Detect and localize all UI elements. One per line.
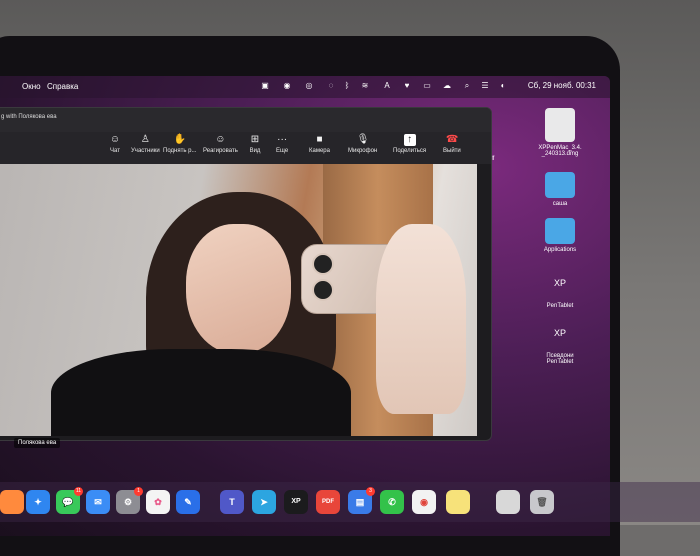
xppen-alias-icon: XP bbox=[553, 328, 566, 338]
desktop-item-folder[interactable]: саша bbox=[525, 172, 595, 207]
messages-badge: 11 bbox=[74, 487, 83, 496]
settings-badge: 1 bbox=[134, 487, 143, 496]
phone-lens bbox=[312, 279, 334, 301]
dock-messages-icon[interactable]: 💬 11 bbox=[56, 487, 83, 514]
dock-notes-icon[interactable] bbox=[446, 490, 470, 514]
dock-safari-icon[interactable]: ✦ bbox=[26, 490, 50, 514]
teams-menubar-icon[interactable]: ◉ bbox=[282, 81, 292, 91]
dock-pdf-icon[interactable]: PDF bbox=[316, 490, 340, 514]
zoom-titlebar[interactable]: g with Полякова ева bbox=[0, 108, 491, 132]
dock-photos-icon[interactable]: ✿ bbox=[146, 490, 170, 514]
dock-downloads-icon[interactable] bbox=[496, 490, 520, 514]
view-button[interactable]: ⊞ Вид bbox=[249, 134, 261, 154]
dock-launchpad-icon[interactable] bbox=[0, 490, 24, 514]
raise-hand-icon: ✋ bbox=[173, 134, 187, 145]
chat-button[interactable]: ☺ Чат bbox=[109, 134, 121, 154]
desktop-item-applications[interactable]: Applications bbox=[525, 218, 595, 253]
chat-icon: ☺ bbox=[109, 134, 121, 145]
desktop-item-pentablet-alias[interactable]: XP Псевдони PenTablet bbox=[525, 316, 595, 365]
desktop-item-pentablet[interactable]: XP PenTablet bbox=[525, 266, 595, 309]
dock-settings-icon[interactable]: ⚙ 1 bbox=[116, 487, 143, 514]
files-badge: 3 bbox=[366, 487, 375, 496]
participant-name-label: Полякова ева bbox=[14, 438, 61, 448]
menu-window[interactable]: Окно bbox=[22, 82, 41, 91]
raise-hand-button[interactable]: ✋ Поднять р... bbox=[163, 134, 196, 154]
siri-icon[interactable]: ◐ bbox=[498, 81, 508, 91]
react-icon: ☺ bbox=[215, 134, 226, 145]
more-button[interactable]: ··· Еще bbox=[276, 134, 288, 154]
desktop-item-dmg[interactable]: XPPenMac_3.4. _240313.dmg bbox=[525, 108, 595, 157]
dock-telegram-icon[interactable]: ➤ bbox=[252, 490, 276, 514]
video-person-face bbox=[186, 224, 291, 354]
video-hand bbox=[376, 224, 466, 414]
leave-button[interactable]: ☎ Выйти bbox=[443, 134, 461, 154]
dmg-file-icon bbox=[545, 108, 575, 142]
camera-button[interactable]: ■ Камера bbox=[309, 134, 330, 154]
camera-icon: ■ bbox=[316, 134, 323, 145]
dock-freeform-icon[interactable]: ✎ bbox=[176, 490, 200, 514]
dock-teams-icon[interactable]: T bbox=[220, 490, 244, 514]
leave-icon: ☎ bbox=[445, 134, 459, 145]
xppen-icon: XP bbox=[553, 278, 566, 288]
phone-lens bbox=[312, 253, 334, 275]
bluetooth-icon[interactable]: ᛒ bbox=[342, 81, 352, 91]
dock-mail-icon[interactable]: ✉ bbox=[86, 490, 110, 514]
control-center-icon[interactable]: ☰ bbox=[480, 81, 490, 91]
menubar-clock[interactable]: Сб, 29 нояб. 00:31 bbox=[528, 81, 596, 90]
zoom-window[interactable]: g with Полякова ева ☺ Чат ♙ Участники ✋ Под… bbox=[0, 107, 492, 441]
dock-trash-icon[interactable]: 🗑 bbox=[530, 490, 554, 514]
microphone-icon: 🎙 bbox=[356, 134, 370, 145]
dock-files-icon[interactable]: ▤ 3 bbox=[348, 487, 375, 514]
cloud-icon[interactable]: ☁ bbox=[442, 81, 452, 91]
video-person-body bbox=[51, 349, 351, 436]
search-icon[interactable]: ⌕ bbox=[462, 81, 472, 91]
vpn-menubar-icon[interactable]: ◌ bbox=[326, 81, 336, 91]
wifi-icon[interactable]: ≋ bbox=[360, 81, 370, 91]
zoom-menubar-icon[interactable]: ▣ bbox=[260, 81, 270, 91]
dock-whatsapp-icon[interactable]: ✆ bbox=[380, 490, 404, 514]
zoom-window-title: g with Полякова ева bbox=[1, 114, 57, 120]
participants-button[interactable]: ♙ Участники bbox=[131, 134, 160, 154]
share-button[interactable]: ↑ Поделиться bbox=[393, 134, 426, 154]
battery-icon[interactable]: ▭ bbox=[422, 81, 432, 91]
folder-icon bbox=[545, 172, 575, 198]
chrome-menubar-icon[interactable]: ◎ bbox=[304, 81, 314, 91]
heart-icon[interactable]: ♥ bbox=[402, 81, 412, 91]
participant-video bbox=[0, 164, 477, 436]
more-icon: ··· bbox=[277, 134, 288, 145]
view-icon: ⊞ bbox=[250, 134, 260, 145]
participants-icon: ♙ bbox=[140, 134, 150, 145]
dock-xppen-icon[interactable]: XP bbox=[284, 490, 308, 514]
applications-folder-icon bbox=[545, 218, 575, 244]
dock-chrome-icon[interactable]: ◉ bbox=[412, 490, 436, 514]
microphone-button[interactable]: 🎙 Микрофон bbox=[348, 134, 377, 154]
share-icon: ↑ bbox=[403, 134, 416, 146]
menu-help[interactable]: Справка bbox=[47, 82, 78, 91]
menu-bar: е Окно Справка ▣ ◉ ◎ ◌ ᛒ ≋ A ♥ ▭ ☁ ⌕ ☰ ◐… bbox=[0, 76, 610, 98]
input-source-icon[interactable]: A bbox=[382, 81, 392, 91]
react-button[interactable]: ☺ Реагировать bbox=[203, 134, 238, 154]
